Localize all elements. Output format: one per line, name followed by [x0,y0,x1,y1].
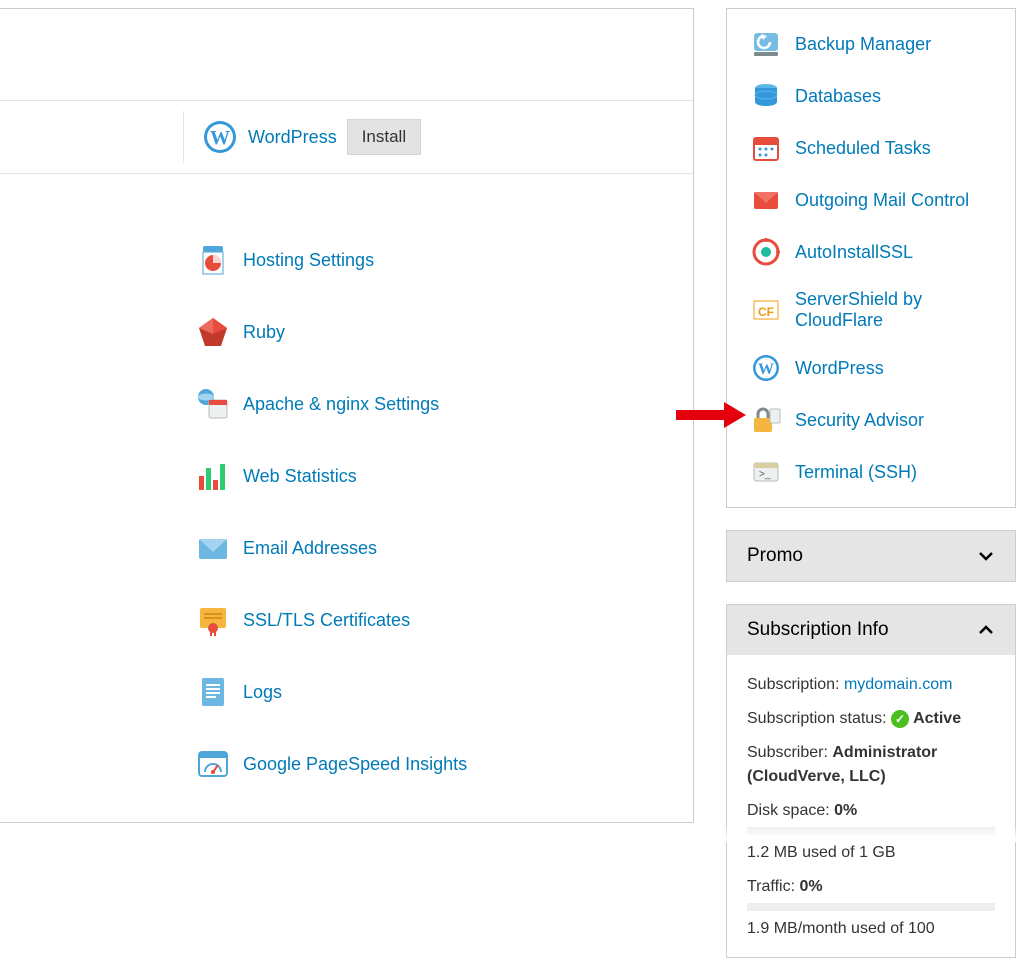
disk-label: Disk space: [747,802,834,819]
db-icon [751,81,781,111]
autossl-icon [751,237,781,267]
subscription-label: Subscription: [747,676,844,693]
side-terminal-ssh[interactable]: >_ Terminal (SSH) [751,457,991,487]
wordpress-icon: W [751,353,781,383]
terminal-icon: >_ [751,457,781,487]
traffic-label: Traffic: [747,878,799,895]
side-label: ServerShield by CloudFlare [795,289,991,331]
stats-icon [195,458,231,494]
tool-pagespeed[interactable]: Google PageSpeed Insights [195,728,693,800]
annotation-arrow [676,402,746,428]
side-scheduled-tasks[interactable]: Scheduled Tasks [751,133,991,163]
mail-red-icon [751,185,781,215]
main-panel: W WordPress Install Hosting Settings Rub… [0,8,694,823]
subscription-accordion: Subscription Info Subscription: mydomain… [726,604,1016,958]
side-label: Backup Manager [795,34,931,55]
hosting-icon [195,242,231,278]
side-tools-panel: Backup Manager Databases Scheduled Tasks… [726,8,1016,508]
traffic-pct: 0% [799,878,822,895]
backup-icon [751,29,781,59]
cloudflare-icon: CF [751,295,781,325]
status-label: Subscription status: [747,710,891,727]
tool-label: Hosting Settings [243,250,374,271]
promo-title: Promo [747,545,803,567]
cert-icon [195,602,231,638]
status-badge: ✓ Active [891,707,961,731]
tool-label: Apache & nginx Settings [243,394,439,415]
sidebar: Backup Manager Databases Scheduled Tasks… [726,8,1016,958]
tool-apache-nginx[interactable]: Apache & nginx Settings [195,368,693,440]
side-servershield[interactable]: CF ServerShield by CloudFlare [751,289,991,331]
traffic-usage-bar [747,903,995,911]
subscription-body: Subscription: mydomain.com Subscription … [727,655,1015,957]
tool-web-statistics[interactable]: Web Statistics [195,440,693,512]
subscriber-label: Subscriber: [747,744,832,761]
calendar-icon [751,133,781,163]
status-value: Active [913,707,961,731]
side-wordpress[interactable]: W WordPress [751,353,991,383]
side-databases[interactable]: Databases [751,81,991,111]
side-label: Terminal (SSH) [795,462,917,483]
side-autoinstallssl[interactable]: AutoInstallSSL [751,237,991,267]
svg-text:W: W [210,127,230,149]
install-button[interactable]: Install [347,119,421,155]
check-icon: ✓ [891,710,909,728]
wordpress-icon: W [202,119,238,155]
pagespeed-icon [195,746,231,782]
tool-label: Logs [243,682,282,703]
subscription-domain[interactable]: mydomain.com [844,676,952,693]
server-settings-icon [195,386,231,422]
side-label: Scheduled Tasks [795,138,931,159]
chevron-down-icon [977,547,995,565]
tool-label: SSL/TLS Certificates [243,610,410,631]
tool-label: Web Statistics [243,466,357,487]
security-icon [751,405,781,435]
side-security-advisor[interactable]: Security Advisor [751,405,991,435]
side-label: Databases [795,86,881,107]
tool-ruby[interactable]: Ruby [195,296,693,368]
tool-hosting-settings[interactable]: Hosting Settings [195,224,693,296]
tool-list: Hosting Settings Ruby Apache & nginx Set… [0,212,693,822]
tool-label: Google PageSpeed Insights [243,754,467,775]
subscription-header[interactable]: Subscription Info [727,605,1015,655]
top-blank-row [0,9,693,101]
tool-label: Email Addresses [243,538,377,559]
disk-used: 1.2 MB used of 1 GB [747,844,896,861]
spacer [0,174,693,212]
fade-overlay [726,824,1016,842]
tool-logs[interactable]: Logs [195,656,693,728]
side-outgoing-mail[interactable]: Outgoing Mail Control [751,185,991,215]
tool-ssl-certificates[interactable]: SSL/TLS Certificates [195,584,693,656]
side-backup-manager[interactable]: Backup Manager [751,29,991,59]
side-label: AutoInstallSSL [795,242,913,263]
wordpress-row: W WordPress Install [0,101,693,174]
tool-label: Ruby [243,322,285,343]
svg-text:CF: CF [758,305,774,319]
promo-accordion: Promo [726,530,1016,582]
svg-text:>_: >_ [759,469,771,480]
chevron-up-icon [977,621,995,639]
side-label: Outgoing Mail Control [795,190,969,211]
left-cell-blank [0,111,184,163]
side-label: Security Advisor [795,410,924,431]
disk-pct: 0% [834,802,857,819]
logs-icon [195,674,231,710]
wordpress-link[interactable]: WordPress [248,127,337,148]
promo-header[interactable]: Promo [727,531,1015,581]
tool-email-addresses[interactable]: Email Addresses [195,512,693,584]
traffic-used: 1.9 MB/month used of 100 [747,920,935,937]
subscription-title: Subscription Info [747,619,889,641]
svg-text:W: W [758,361,774,378]
side-label: WordPress [795,358,884,379]
ruby-icon [195,314,231,350]
mail-icon [195,530,231,566]
